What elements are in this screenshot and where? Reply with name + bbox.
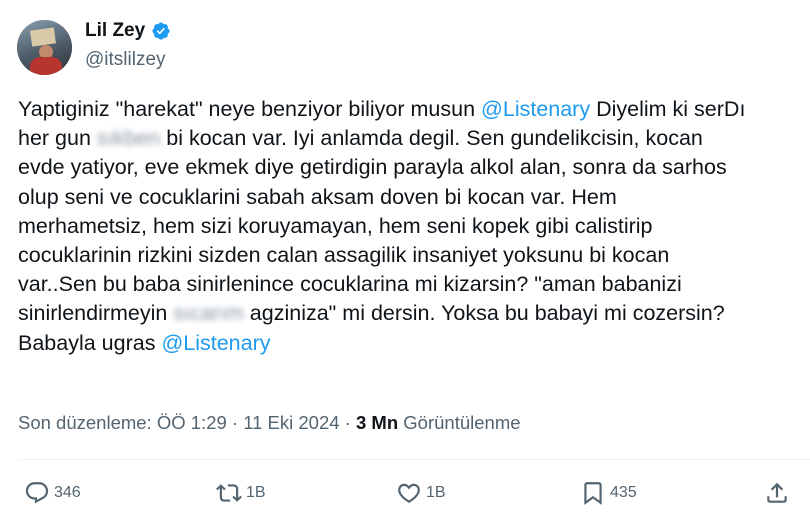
tweet-text: Yaptiginiz "harekat" neye benziyor biliy…: [18, 95, 810, 358]
text-segment: ı: [739, 97, 746, 121]
mention-link[interactable]: @Listenary: [481, 97, 590, 121]
like-count: 1B: [426, 484, 446, 501]
repost-count: 1B: [246, 484, 266, 501]
tweet-line: olup seni ve cocuklarini sabah aksam dov…: [18, 184, 617, 209]
text-segment: agziniza" mi dersin. Yoksa bu babayi mi …: [243, 301, 725, 326]
text-segment: Yaptiginiz "harekat" neye benziyor biliy…: [18, 97, 482, 121]
tweet-line: cocuklarinin rizkini sizden calan assagi…: [18, 243, 670, 268]
views-label: Görüntülenme: [398, 412, 521, 433]
repost-icon: [216, 484, 242, 502]
repost-button[interactable]: 1B: [216, 480, 266, 506]
text-segment: bi kocan var. Iyi anlamda degil. Sen gun…: [160, 126, 703, 151]
bookmark-count: 435: [610, 484, 637, 501]
tweet-meta: Son düzenleme: ÖÖ 1:29 · 11 Eki 2024 · 3…: [18, 412, 521, 434]
tweet-line: sinirlendirmeyin sıcarım agziniza" mi de…: [18, 299, 810, 328]
text-segment: Diyelim ki ser: [590, 97, 724, 121]
avatar[interactable]: [17, 20, 72, 75]
text-segment: her gun: [18, 126, 97, 151]
like-icon: [398, 483, 420, 503]
avatar-sign: [30, 27, 56, 47]
tweet-line: merhametsiz, hem sizi koruyamayan, hem s…: [18, 213, 653, 238]
share-button[interactable]: [764, 480, 790, 506]
blurred-word: sıkben: [96, 126, 161, 151]
divider: [18, 459, 810, 460]
tweet-line: var..Sen bu baba sinirlenince cocuklarin…: [18, 272, 682, 297]
name-row: Lil Zey: [85, 20, 171, 42]
text-segment: Babayla ugras: [18, 330, 162, 355]
mention-link[interactable]: @Listenary: [161, 331, 270, 355]
tweet-line: evde yatiyor, eve ekmek diye getirdigin …: [18, 155, 727, 180]
share-icon: [767, 482, 787, 503]
user-handle[interactable]: @itslilzey: [85, 49, 166, 71]
edited-timestamp[interactable]: Son düzenleme: ÖÖ 1:29 · 11 Eki 2024 ·: [18, 412, 356, 433]
like-button[interactable]: 1B: [396, 480, 446, 506]
reply-count: 346: [54, 484, 81, 501]
views-count: 3 Mn: [356, 412, 399, 433]
action-bar: 346 1B 1B 435: [0, 480, 810, 510]
bookmark-button[interactable]: 435: [580, 480, 637, 506]
avatar-body: [30, 57, 62, 75]
verified-badge-icon[interactable]: [151, 21, 171, 41]
tweet-line: Babayla ugras @Listenary: [18, 329, 810, 358]
text-segment: D: [723, 97, 740, 121]
bookmark-icon: [584, 482, 602, 505]
blurred-word: sıcarım: [173, 301, 244, 326]
text-segment: sinirlendirmeyin: [18, 301, 174, 326]
tweet-line: Yaptiginiz "harekat" neye benziyor biliy…: [18, 95, 810, 124]
reply-button[interactable]: 346: [24, 480, 81, 506]
tweet-line: her gun sıkben bi kocan var. Iyi anlamda…: [18, 124, 810, 153]
display-name[interactable]: Lil Zey: [85, 20, 145, 42]
reply-icon: [25, 482, 49, 504]
